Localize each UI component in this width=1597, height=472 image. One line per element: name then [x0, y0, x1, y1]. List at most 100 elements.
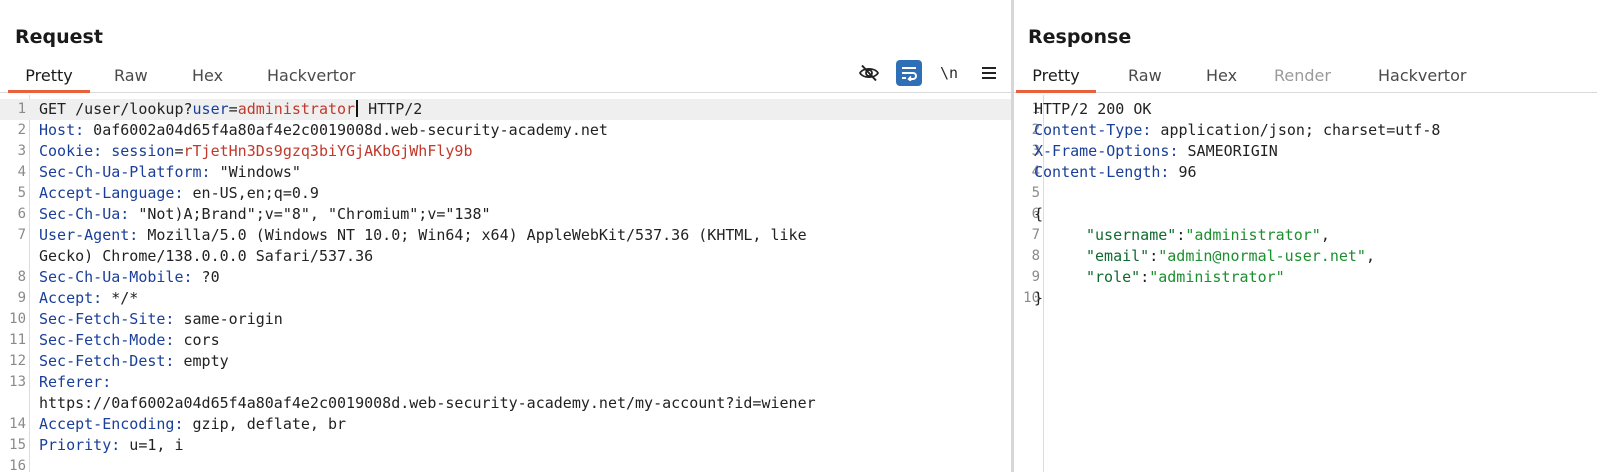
json-value: "administrator" — [1185, 226, 1321, 244]
header-value: "Not)A;Brand";v="8", "Chromium";v="138" — [129, 205, 491, 223]
header-name: Sec-Fetch-Dest: — [39, 352, 175, 370]
line-number: 14 — [9, 416, 26, 432]
code-line: 14 Accept-Encoding: gzip, deflate, br — [0, 414, 1012, 435]
code-line: 9 Accept: */* — [0, 288, 1012, 309]
tab-raw[interactable]: Raw — [1128, 63, 1162, 93]
json-key: "role" — [1086, 268, 1141, 286]
header-name: Sec-Ch-Ua-Mobile: — [39, 268, 193, 286]
json-colon: : — [1140, 268, 1150, 286]
header-name: X-Frame-Options: — [1034, 142, 1179, 160]
cookie-key: session — [102, 142, 175, 160]
header-name: Content-Type: — [1034, 121, 1152, 139]
header-value: 0af6002a04d65f4a80af4e2c0019008d.web-sec… — [84, 121, 608, 139]
newline-icon[interactable]: \n — [936, 60, 962, 86]
code-line: 11 Sec-Fetch-Mode: cors — [0, 330, 1012, 351]
header-name: Priority: — [39, 436, 121, 454]
header-value: application/json; charset=utf-8 — [1151, 121, 1441, 139]
header-name: Sec-Ch-Ua: — [39, 205, 130, 223]
response-editor[interactable]: 1 HTTP/2 200 OK 2 Content-Type: applicat… — [1014, 95, 1597, 472]
response-title: Response — [1028, 26, 1132, 48]
json-colon: : — [1176, 226, 1186, 244]
header-value: ?0 — [192, 268, 220, 286]
json-open-brace: { — [1034, 205, 1044, 223]
header-value-wrapped: https://0af6002a04d65f4a80af4e2c0019008d… — [39, 394, 816, 412]
json-value: "admin@normal-user.net" — [1158, 247, 1366, 265]
line-number: 8 — [17, 269, 26, 285]
header-name: Sec-Fetch-Mode: — [39, 331, 175, 349]
tab-raw[interactable]: Raw — [114, 63, 148, 93]
header-value: en-US,en;q=0.9 — [183, 184, 319, 202]
line-number: 9 — [17, 290, 26, 306]
code-line: 3 Cookie: session=rTjetHn3Ds9gzq3biYGjAK… — [0, 141, 1012, 162]
header-name: Cookie: — [39, 142, 103, 160]
line-number: 7 — [17, 227, 26, 243]
header-name: Accept-Language: — [39, 184, 184, 202]
code-line: 6 Sec-Ch-Ua: "Not)A;Brand";v="8", "Chrom… — [0, 204, 1012, 225]
line-number: 5 — [17, 185, 26, 201]
header-value: 96 — [1169, 163, 1197, 181]
header-value: cors — [174, 331, 220, 349]
request-editor[interactable]: 1 GET /user/lookup?user=administrator HT… — [0, 95, 1012, 472]
code-line: 2 Host: 0af6002a04d65f4a80af4e2c0019008d… — [0, 120, 1012, 141]
code-line: 10 Sec-Fetch-Site: same-origin — [0, 309, 1012, 330]
json-comma: , — [1320, 226, 1330, 244]
code-line: 7 User-Agent: Mozilla/5.0 (Windows NT 10… — [0, 225, 1012, 267]
code-line: 4 Sec-Ch-Ua-Platform: "Windows" — [0, 162, 1012, 183]
header-name: Accept-Encoding: — [39, 415, 184, 433]
param-key: user — [192, 100, 229, 118]
tab-hex[interactable]: Hex — [192, 63, 223, 93]
line-number: 4 — [17, 164, 26, 180]
code-line: 8 "email":"admin@normal-user.net", — [1014, 246, 1597, 267]
code-line: 5 Accept-Language: en-US,en;q=0.9 — [0, 183, 1012, 204]
tab-hackvertor[interactable]: Hackvertor — [1378, 63, 1466, 93]
cookie-value: rTjetHn3Ds9gzq3biYGjAKbGjWhFly9b — [183, 142, 473, 160]
tab-pretty[interactable]: Pretty — [1016, 63, 1096, 93]
response-tabs: Pretty Raw Hex Render Hackvertor — [1014, 63, 1597, 93]
code-line: 6 { — [1014, 204, 1597, 225]
json-comma: , — [1365, 247, 1375, 265]
header-name: Sec-Fetch-Site: — [39, 310, 175, 328]
line-number: 3 — [17, 143, 26, 159]
header-name: Referer: — [39, 373, 112, 391]
tab-hex[interactable]: Hex — [1206, 63, 1237, 93]
line-number: 11 — [9, 332, 26, 348]
header-name: Accept: — [39, 289, 103, 307]
status-line: HTTP/2 200 OK — [1034, 100, 1152, 118]
json-value: "administrator" — [1149, 268, 1285, 286]
code-line: 1 HTTP/2 200 OK — [1014, 99, 1597, 120]
header-value-wrapped: Gecko) Chrome/138.0.0.0 Safari/537.36 — [39, 247, 374, 265]
json-key: "username" — [1086, 226, 1177, 244]
line-number: 16 — [9, 458, 26, 472]
header-name: Sec-Ch-Ua-Platform: — [39, 163, 211, 181]
header-value: empty — [174, 352, 229, 370]
line-number: 2 — [17, 122, 26, 138]
code-line: 1 GET /user/lookup?user=administrator HT… — [0, 99, 1012, 120]
param-eq: = — [228, 100, 238, 118]
line-number: 6 — [17, 206, 26, 222]
tab-hackvertor[interactable]: Hackvertor — [267, 63, 355, 93]
code-line: 15 Priority: u=1, i — [0, 435, 1012, 456]
wrap-lines-icon[interactable] — [896, 60, 922, 86]
tab-render[interactable]: Render — [1274, 63, 1331, 93]
json-key: "email" — [1086, 247, 1150, 265]
header-value: "Windows" — [210, 163, 301, 181]
header-value: SAMEORIGIN — [1178, 142, 1278, 160]
request-line-protocol: HTTP/2 — [359, 100, 423, 118]
text-cursor — [356, 100, 359, 117]
line-number: 5 — [1031, 185, 1040, 201]
line-number: 1 — [17, 101, 26, 117]
header-value: */* — [102, 289, 139, 307]
line-number: 13 — [9, 374, 26, 390]
code-line: 7 "username":"administrator", — [1014, 225, 1597, 246]
line-number: 15 — [9, 437, 26, 453]
header-name: User-Agent: — [39, 226, 139, 244]
request-pane: Request Pretty Raw Hex Hackvertor \n 1 G… — [0, 0, 1012, 472]
code-line: 4 Content-Length: 96 — [1014, 162, 1597, 183]
eye-slash-icon[interactable] — [856, 60, 882, 86]
code-line: 10 } — [1014, 288, 1597, 309]
tab-pretty[interactable]: Pretty — [8, 63, 90, 93]
header-value: Mozilla/5.0 (Windows NT 10.0; Win64; x64… — [138, 226, 807, 244]
code-line: 12 Sec-Fetch-Dest: empty — [0, 351, 1012, 372]
menu-icon[interactable] — [976, 60, 1002, 86]
code-line: 9 "role":"administrator" — [1014, 267, 1597, 288]
